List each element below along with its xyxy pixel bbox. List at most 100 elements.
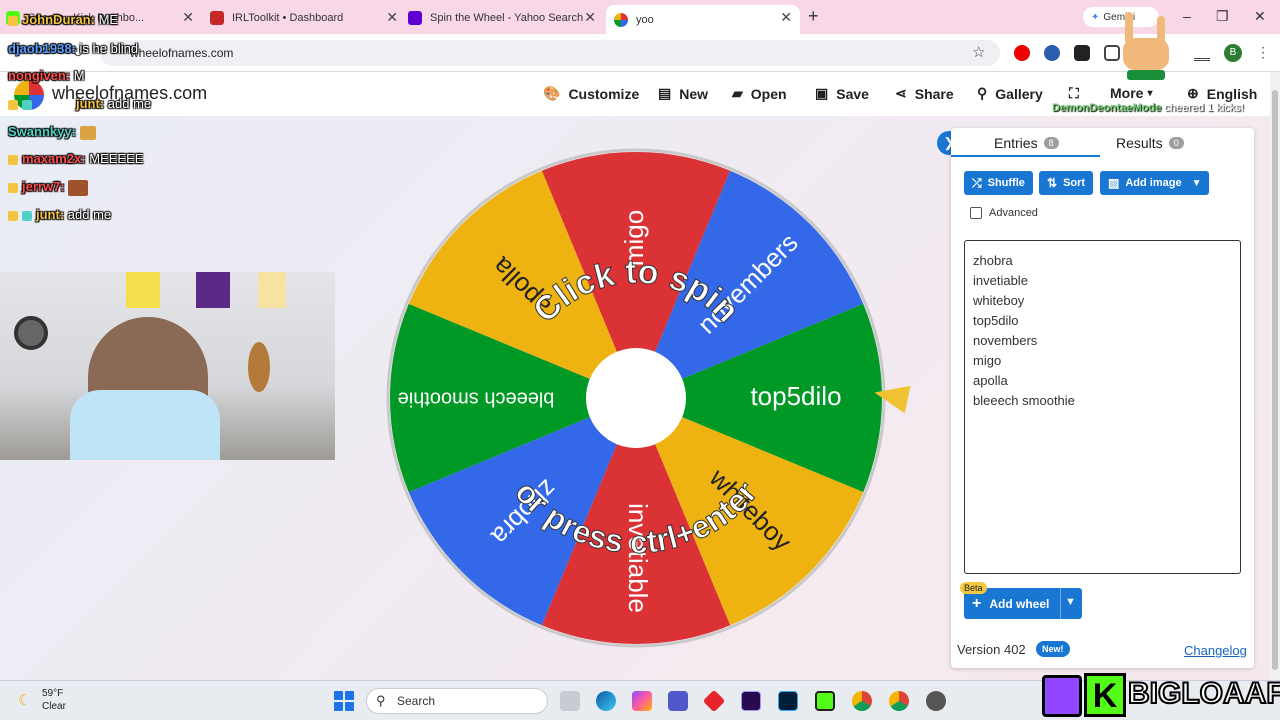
start-pane [334,702,343,711]
restore-icon[interactable]: ❐ [1216,8,1229,25]
sub-badge-icon [8,210,18,221]
wheel-svg[interactable]: migo novemberstop5dilowhiteboyinvetiablez… [386,148,886,648]
tab-results-label: Results [1116,135,1163,151]
sub-badge-icon [8,182,18,193]
nav-more[interactable]: More ▾ [1110,85,1152,101]
add-image-button[interactable]: ▨ Add image ▼ [1100,171,1210,195]
address-bar-row: ↻ wheelofnames.com ☆ B ⋮ [0,34,1280,72]
nav-new[interactable]: ▤ New [658,85,708,102]
new-tab-icon[interactable]: + [808,6,819,27]
minimize-icon[interactable]: – [1183,8,1191,24]
sub-badge-icon [8,99,18,110]
entry-line: novembers [973,333,1038,348]
entries-textarea[interactable]: zhobra invetiable whiteboy top5dilo nove… [964,240,1241,574]
nav-language[interactable]: ⊕ English [1187,85,1257,102]
extension-icon[interactable] [1074,45,1090,61]
start-pane [345,691,354,700]
alert-text: cheered 1 kicks! [1164,102,1244,114]
nav-save[interactable]: ▣ Save [815,85,869,102]
irltoolkit-icon [210,11,224,25]
edge-icon[interactable] [596,691,616,711]
start-button[interactable] [334,691,354,711]
tab-yahoo-search[interactable]: Spin the Wheel - Yahoo Search ✕ [408,5,604,31]
profile-avatar[interactable]: B [1224,44,1242,62]
taskbar-search[interactable]: ⚲ Search [366,688,548,714]
close-tab-icon[interactable]: ✕ [780,9,792,26]
add-wheel-label: Add wheel [989,596,1050,611]
chat-username: Swannkyy: [8,124,76,139]
copilot-icon[interactable] [632,691,652,711]
mod-badge-icon [22,99,32,110]
sort-label: Sort [1063,177,1086,189]
wheel-slice-label: top5dilo [750,381,841,411]
streaming-app-icon[interactable] [815,691,835,711]
entry-line: migo [973,353,1002,368]
nav-open[interactable]: ▰ Open [732,85,787,102]
wheel-center[interactable] [586,348,686,448]
chevron-down-icon: ▼ [1191,177,1202,189]
emote-icon [79,125,96,140]
entry-line: zhobra [973,253,1013,268]
nav-label: Open [750,85,787,102]
chat-message: maxam2x: MEEEEE [8,151,143,166]
extension-icon[interactable] [1044,45,1060,61]
chat-text: MEEEEE [89,151,144,166]
channel-overlay: K BIGLOAAF [1042,669,1280,719]
bookmark-star-icon[interactable]: ☆ [972,43,985,61]
nav-label: English [1206,85,1258,102]
nav-label: Gallery [995,85,1043,102]
obs-icon[interactable] [926,691,946,711]
taskbar-search-label: Search [397,694,436,708]
teams-icon[interactable] [668,691,688,711]
advanced-checkbox[interactable] [970,207,982,219]
close-tab-icon[interactable]: ✕ [386,9,398,26]
opera-extension-icon[interactable] [1014,45,1030,61]
changelog-link[interactable]: Changelog [1184,643,1247,658]
poster-image [126,272,160,308]
chrome-icon[interactable] [889,691,909,711]
entry-line: bleeech smoothie [973,393,1075,408]
nav-fullscreen[interactable]: ⛶ [1069,85,1087,102]
sort-icon: ⇅ [1047,176,1058,190]
fullscreen-icon: ⛶ [1069,85,1079,101]
window-close-icon[interactable]: ✕ [1254,8,1266,25]
tab-entries[interactable]: Entries 8 [994,135,1059,151]
close-tab-icon[interactable]: ✕ [584,9,596,26]
menu-icon[interactable]: ⋮ [1256,44,1270,61]
webcam-feed [0,272,335,460]
photoshop-icon[interactable] [778,691,798,711]
premiere-icon[interactable] [741,691,761,711]
nav-share[interactable]: ⋖ Share [895,85,954,102]
guitar-image [248,342,270,392]
chat-message: nongiven: M [8,68,85,83]
chat-text: M [73,68,85,83]
tab-results[interactable]: Results 0 [1116,135,1184,151]
tab-yoo[interactable]: yoo ✕ [606,5,800,34]
globe-icon: ⊕ [1187,85,1199,101]
nav-customize[interactable]: 🎨 Customize [543,85,639,102]
tab-irltoolkit[interactable]: IRLToolkit • Dashboard ✕ [210,5,406,31]
beta-badge: Beta [960,582,987,594]
media-controls-icon[interactable] [1194,45,1210,61]
app-icon[interactable] [702,689,726,713]
version-text: Version 402 [957,642,1026,657]
chrome-icon[interactable] [852,691,872,711]
task-view-icon[interactable] [560,691,580,711]
start-pane [345,702,354,711]
chat-text: ME [98,12,119,27]
wheel[interactable]: migo novembers top5dilo whiteboy invetiable z… [386,148,886,648]
url-field[interactable]: wheelofnames.com [100,40,1000,66]
scrollbar-thumb[interactable] [1272,90,1278,670]
advanced-toggle[interactable]: Advanced [970,207,1038,219]
close-tab-icon[interactable]: ✕ [182,9,194,26]
add-wheel-dropdown-icon[interactable]: ▼ [1065,596,1076,608]
nav-gallery[interactable]: ⚲ Gallery [977,85,1043,102]
chat-message: jerrw7: [8,179,92,196]
add-image-label: Add image [1125,177,1182,189]
chat-message: junt: add me [8,207,111,222]
chevron-down-icon: ▾ [1147,87,1153,99]
nav-label: Save [836,85,869,102]
sort-button[interactable]: ⇅ Sort [1039,171,1094,195]
poster-image [196,272,230,308]
shuffle-button[interactable]: ⤮ Shuffle [964,171,1033,195]
